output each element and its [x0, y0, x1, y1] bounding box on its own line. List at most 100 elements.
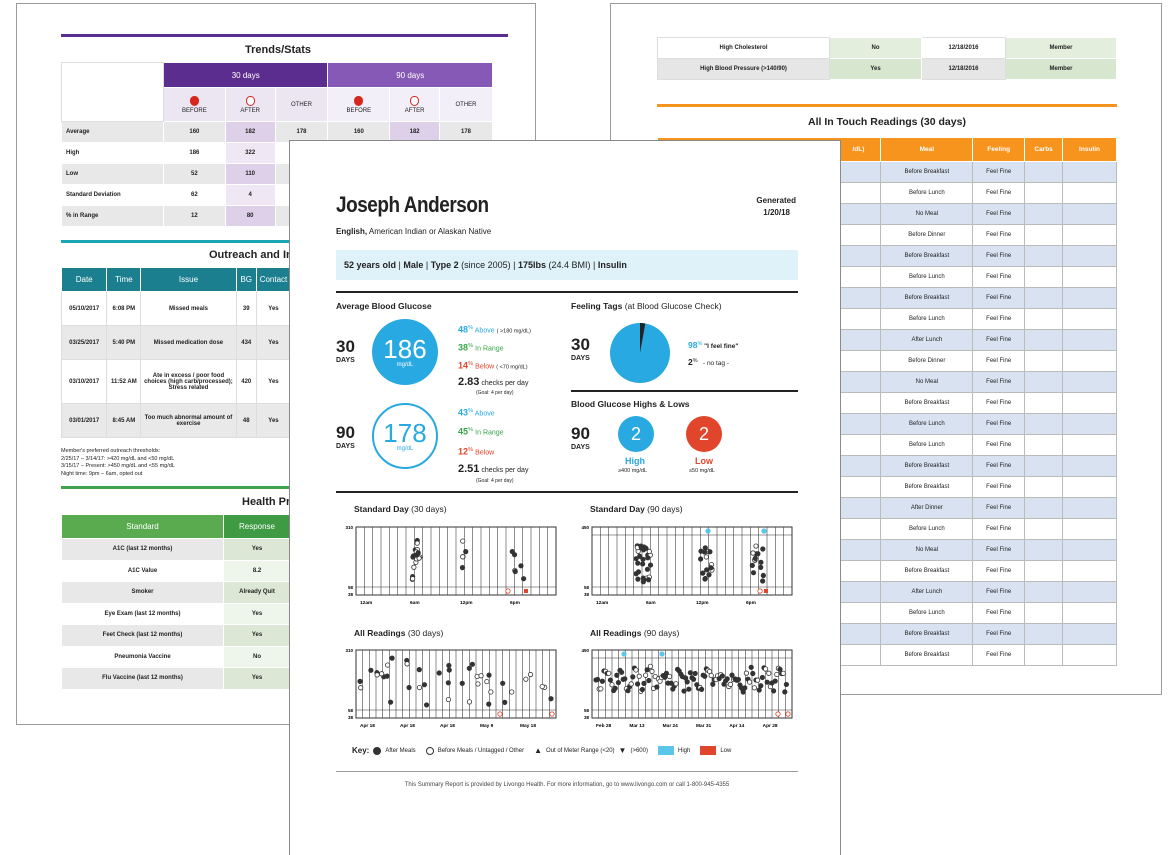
table-cell: 12 — [163, 205, 226, 227]
reading-point — [785, 711, 791, 717]
apple-icon — [354, 95, 364, 106]
all-readings-30-plot: 310 58 38 Apr 18 Apr 18 Apr 18 May 9 May 18 — [345, 648, 557, 729]
before-meal-circle-icon — [425, 746, 434, 755]
x-tick-label: 12pm — [696, 600, 709, 606]
ethnicity: American Indian or Alaskan Native — [367, 227, 492, 236]
x-tick-label: Mar 24 — [663, 723, 679, 729]
reading-carbs — [1024, 266, 1064, 288]
in-30-pct: 38 — [458, 342, 469, 353]
reading-point — [640, 556, 646, 562]
condition-has: No — [829, 37, 922, 59]
reading-point — [667, 673, 673, 680]
reading-point — [750, 670, 756, 677]
reading-point — [406, 684, 412, 691]
p90-breakdown: 43% Above 45% In Range 12% Below 2.51 ch… — [458, 407, 529, 484]
high-label: High — [625, 456, 645, 466]
reading-point — [775, 711, 781, 717]
reading-meal: Before Breakfast — [880, 644, 974, 666]
reading-point — [636, 673, 642, 679]
reading-meal: Before Breakfast — [880, 245, 974, 267]
sub-col-header: OTHER — [274, 87, 329, 122]
reading-point — [505, 588, 511, 594]
reading-point — [523, 676, 529, 682]
reading-insulin — [1062, 644, 1117, 666]
reading-point — [459, 565, 466, 571]
table-cell: 6:08 PM — [106, 291, 142, 326]
reading-carbs — [1024, 392, 1064, 414]
y-tick-label: 58 — [584, 708, 590, 713]
reading-point — [673, 681, 679, 687]
reading-point — [699, 686, 705, 692]
health-response: No — [223, 645, 291, 668]
reading-carbs — [1024, 539, 1064, 561]
above-label: Above — [474, 410, 495, 418]
reading-point — [618, 669, 625, 675]
table-row: Eye Exam (last 12 months) Yes — [61, 602, 291, 625]
hl-unit: DAYS — [571, 444, 590, 451]
table-cell: Yes — [255, 403, 292, 438]
reading-point — [500, 680, 506, 686]
sex: Male — [403, 260, 424, 270]
reading-point — [702, 673, 708, 679]
high-sub: ≥400 mg/dL — [618, 468, 648, 474]
checks-label: checks per day — [481, 466, 529, 474]
reading-point — [700, 570, 706, 576]
health-standard: A1C Value — [61, 559, 224, 582]
table-cell: 186 — [163, 142, 226, 164]
reading-feeling: Feel Fine — [972, 518, 1026, 540]
key-label: Key: — [352, 746, 370, 755]
low-marker — [524, 589, 528, 593]
reading-point — [414, 552, 420, 558]
reading-point — [750, 550, 756, 556]
reading-point — [645, 555, 651, 561]
reading-insulin — [1062, 182, 1117, 204]
table-row: High Cholesterol No 12/18/2016 Member — [657, 37, 1117, 59]
reading-point — [635, 560, 641, 566]
reading-feeling: Feel Fine — [972, 266, 1026, 288]
all90-title: All Readings — [590, 628, 642, 638]
reading-point — [742, 685, 748, 691]
reading-point — [698, 556, 704, 562]
reading-point — [759, 674, 765, 681]
low-swatch-icon — [700, 746, 717, 755]
reading-meal: Before Breakfast — [880, 623, 974, 645]
outreach-header: Time — [106, 267, 142, 292]
reading-point — [466, 665, 472, 671]
reading-feeling: Feel Fine — [972, 455, 1026, 477]
above-90-pct: 43 — [458, 407, 469, 418]
reading-insulin — [1062, 497, 1117, 519]
summary-banner: 52 years old | Male | Type 2 (since 2005… — [336, 250, 798, 280]
x-tick-label: Apr 18 — [400, 723, 415, 729]
health-standard: A1C (last 12 months) — [61, 538, 224, 561]
goal-90: (Goal: 4 per day) — [476, 477, 514, 484]
table-cell: 182 — [224, 121, 276, 143]
after-meal-dot-icon — [373, 746, 382, 755]
reading-point — [368, 667, 374, 673]
reading-meal: Before Lunch — [880, 308, 974, 330]
health-response: Yes — [223, 624, 291, 647]
reading-carbs — [1024, 203, 1064, 225]
table-cell: 03/01/2017 — [60, 403, 108, 438]
divider — [571, 390, 798, 392]
table-cell: Yes — [255, 359, 292, 404]
reading-carbs — [1024, 371, 1064, 393]
below-label: Below — [475, 448, 495, 456]
reading-insulin — [1062, 623, 1117, 645]
table-cell: 322 — [224, 142, 276, 164]
reading-insulin — [1062, 434, 1117, 456]
reading-point — [646, 677, 652, 684]
reading-point — [633, 667, 639, 673]
reading-insulin — [1062, 329, 1117, 351]
reading-point — [460, 554, 466, 560]
table-row: 03/25/2017 5:40 PM Missed medication dose 4… — [60, 325, 292, 360]
sub-col-label: BEFORE — [346, 107, 372, 114]
reading-point — [414, 540, 420, 546]
table-row: 05/10/2017 6:08 PM Missed meals 39 Yes — [60, 291, 292, 326]
reading-feeling: Feel Fine — [972, 203, 1026, 225]
table-row: Pneumonia Vaccine No — [61, 645, 291, 668]
reading-point — [358, 685, 364, 691]
reading-point — [385, 662, 391, 668]
conditions-table: High Cholesterol No 12/18/2016 Member High B… — [657, 37, 1117, 80]
row-label: Average — [61, 121, 164, 143]
reading-point — [705, 528, 711, 534]
